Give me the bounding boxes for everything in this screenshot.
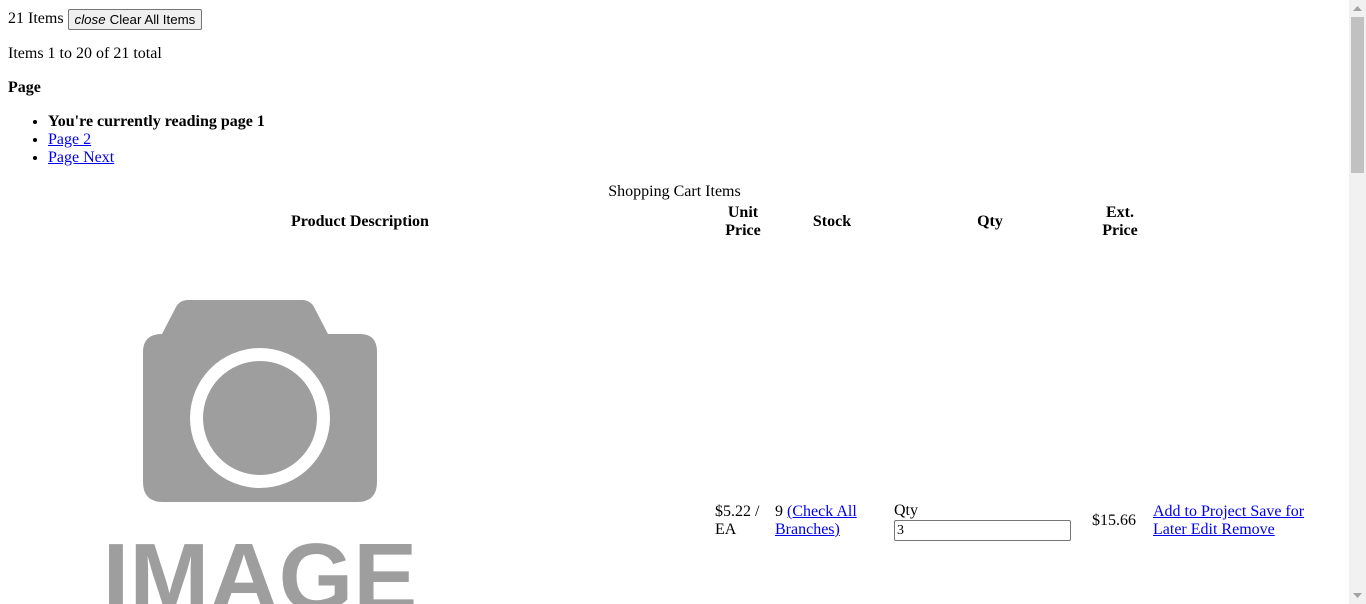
items-range-text: Items 1 to 20 of 21 total — [8, 45, 162, 62]
image-placeholder-icon: IMAGE — [103, 300, 418, 604]
cart-summary-bar: 21 Items close Clear All Items — [8, 8, 203, 30]
header-unit-price-line2: Price — [725, 222, 761, 239]
qty-input[interactable] — [894, 520, 1071, 541]
clear-all-items-label: Clear All Items — [109, 11, 196, 27]
edit-remove-link[interactable]: Later Edit Remove — [1153, 521, 1275, 538]
qty-label: Qty — [894, 502, 918, 519]
unit-price: $5.22 / EA — [715, 503, 759, 539]
page-2-link[interactable]: Page 2 — [48, 131, 91, 148]
pagination-item-next: Page Next — [48, 149, 265, 167]
clear-all-items-button[interactable]: close Clear All Items — [67, 8, 203, 30]
header-ext-price-line1: Ext. — [1106, 204, 1134, 221]
stock-cell: 9 (Check All Branches) — [775, 503, 885, 539]
unit-price-value: $5.22 / — [715, 503, 760, 520]
header-qty: Qty — [977, 213, 1003, 230]
header-ext-price: Ext. Price — [1090, 204, 1150, 240]
check-all-branches-link-line2[interactable]: Branches) — [775, 521, 840, 538]
pagination-heading: Page — [8, 79, 41, 96]
header-unit-price-line1: Unit — [727, 204, 759, 221]
add-to-project-save-for-later-link[interactable]: Add to Project Save for — [1153, 503, 1304, 520]
stock-count: 9 — [775, 503, 783, 520]
item-actions: Add to Project Save for Later Edit Remov… — [1153, 503, 1323, 539]
vertical-scrollbar[interactable] — [1349, 0, 1366, 604]
check-all-branches-link-line1[interactable]: (Check All — [787, 503, 857, 520]
ext-price: $15.66 — [1092, 512, 1136, 529]
cart-item-count: 21 Items — [8, 10, 64, 27]
scroll-up-arrow-icon[interactable] — [1349, 0, 1366, 17]
close-icon: close — [74, 11, 106, 27]
header-unit-price: Unit Price — [712, 204, 774, 240]
scroll-down-arrow-icon[interactable] — [1349, 587, 1366, 604]
header-ext-price-line2: Price — [1102, 222, 1138, 239]
unit-price-unit: EA — [715, 521, 737, 538]
page-next-link[interactable]: Page Next — [48, 149, 114, 166]
image-placeholder-text: IMAGE — [103, 524, 418, 604]
table-caption: Shopping Cart Items — [608, 183, 741, 200]
product-image-placeholder[interactable]: IMAGE — [80, 290, 450, 604]
header-product-description: Product Description — [291, 213, 429, 230]
pagination-item-page-2: Page 2 — [48, 131, 265, 149]
header-stock: Stock — [812, 213, 852, 230]
pagination-current-page: You're currently reading page 1 — [48, 113, 265, 131]
scrollbar-thumb[interactable] — [1351, 17, 1364, 173]
page-content: 21 Items close Clear All Items Items 1 t… — [0, 0, 1349, 604]
pagination-list: You're currently reading page 1 Page 2 P… — [8, 113, 265, 167]
